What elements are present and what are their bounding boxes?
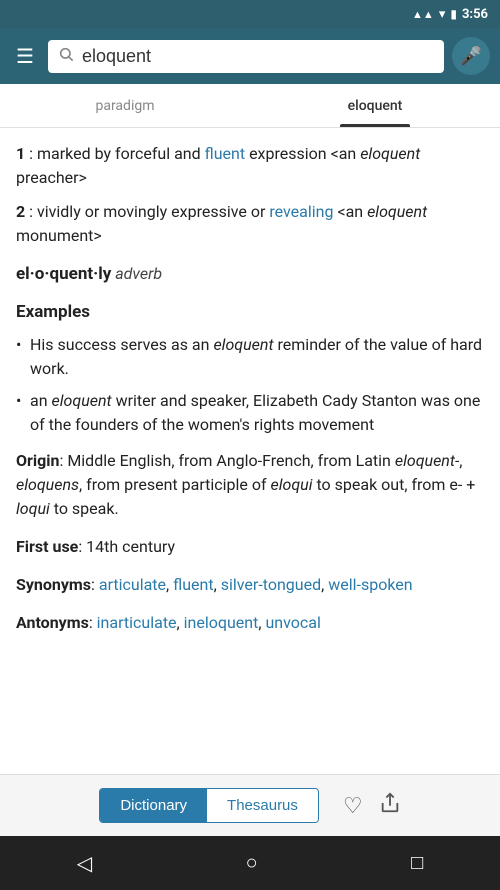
- def1-text-after: expression <an: [245, 144, 360, 163]
- example2-italic1: eloquent: [52, 391, 112, 410]
- recents-icon: □: [411, 852, 423, 874]
- word-pos: adverb: [111, 264, 162, 283]
- antonym-ineloquent[interactable]: ineloquent: [184, 613, 259, 632]
- tabs-bar: paradigm eloquent: [0, 84, 500, 128]
- antonym-unvocal[interactable]: unvocal: [265, 613, 320, 632]
- bottom-actions: ♡: [343, 792, 401, 820]
- word-form-main: el·o·quent·ly: [16, 264, 111, 284]
- home-button[interactable]: ○: [226, 844, 278, 883]
- synonym-articulate[interactable]: articulate: [99, 575, 166, 594]
- examples-list: His success serves as an eloquent remind…: [16, 333, 484, 437]
- search-icon: [58, 46, 74, 66]
- antonyms-label: Antonyms: [16, 613, 89, 632]
- search-bar: ☰ 🎤: [0, 28, 500, 84]
- microphone-button[interactable]: 🎤: [452, 37, 490, 75]
- search-container: [48, 40, 444, 73]
- search-input[interactable]: [82, 46, 434, 67]
- origin-italic3: eloqui: [271, 475, 313, 494]
- origin-italic4: loqui: [16, 499, 50, 518]
- origin-text2: , from present participle of: [79, 475, 270, 494]
- def2-number: 2: [16, 202, 25, 221]
- first-use-text: : 14th century: [78, 537, 175, 556]
- origin-text1: : Middle English, from Anglo-French, fro…: [59, 451, 394, 470]
- hamburger-icon: ☰: [16, 46, 34, 68]
- definition-1: 1 : marked by forceful and fluent expres…: [16, 142, 484, 190]
- synonyms-block: Synonyms: articulate, fluent, silver-ton…: [16, 573, 484, 597]
- tab-paradigm[interactable]: paradigm: [0, 84, 250, 127]
- status-bar: ▲▲ ▾ ▮ 3:56: [0, 0, 500, 28]
- example-2: an eloquent writer and speaker, Elizabet…: [16, 389, 484, 437]
- def1-italic: eloquent: [360, 144, 420, 163]
- antonyms-block: Antonyms: inarticulate, ineloquent, unvo…: [16, 611, 484, 635]
- status-time: 3:56: [462, 7, 488, 22]
- bottom-bar: Dictionary Thesaurus ♡: [0, 774, 500, 836]
- signal-icon: ▲▲: [412, 8, 434, 21]
- def2-italic: eloquent: [367, 202, 427, 221]
- def1-link-fluent[interactable]: fluent: [205, 144, 245, 163]
- battery-icon: ▮: [450, 7, 457, 21]
- examples-title: Examples: [16, 300, 484, 326]
- first-use-label: First use: [16, 537, 78, 556]
- synonyms-colon: :: [91, 575, 99, 594]
- recents-button[interactable]: □: [391, 844, 443, 883]
- hamburger-button[interactable]: ☰: [10, 40, 40, 73]
- example1-italic: eloquent: [213, 335, 273, 354]
- example-1: His success serves as an eloquent remind…: [16, 333, 484, 381]
- antonyms-colon: :: [89, 613, 97, 632]
- back-icon: ◁: [77, 853, 92, 875]
- status-icons: ▲▲ ▾ ▮ 3:56: [412, 7, 488, 22]
- origin-text5: to speak.: [50, 499, 119, 518]
- definition-2: 2 : vividly or movingly expressive or re…: [16, 200, 484, 248]
- antonym-inarticulate[interactable]: inarticulate: [97, 613, 177, 632]
- def2-end: monument>: [16, 226, 102, 245]
- origin-italic2: eloquens: [16, 475, 79, 494]
- wifi-icon: ▾: [439, 7, 446, 22]
- synonyms-label: Synonyms: [16, 575, 91, 594]
- def2-link-revealing[interactable]: revealing: [269, 202, 333, 221]
- def1-number: 1: [16, 144, 25, 163]
- origin-label: Origin: [16, 451, 59, 470]
- mic-icon: 🎤: [460, 46, 482, 67]
- origin-italic1: eloquent-: [395, 451, 459, 470]
- nav-bar: ◁ ○ □: [0, 836, 500, 890]
- origin-text3: to speak out, from: [313, 475, 450, 494]
- origin-block: Origin: Middle English, from Anglo-Frenc…: [16, 449, 484, 521]
- origin-comma: ,: [459, 451, 462, 470]
- back-button[interactable]: ◁: [57, 843, 112, 884]
- home-icon: ○: [246, 852, 258, 874]
- def1-text-before: marked by forceful and: [33, 144, 205, 163]
- thesaurus-toggle-button[interactable]: Thesaurus: [207, 789, 318, 822]
- first-use-block: First use: 14th century: [16, 535, 484, 559]
- synonym-fluent[interactable]: fluent: [173, 575, 213, 594]
- content-area: 1 : marked by forceful and fluent expres…: [0, 128, 500, 774]
- favorite-button[interactable]: ♡: [343, 792, 363, 820]
- synonym-well-spoken[interactable]: well-spoken: [328, 575, 412, 594]
- def2-text: vividly or movingly expressive or: [33, 202, 269, 221]
- share-button[interactable]: [379, 792, 401, 820]
- def1-colon: :: [25, 144, 33, 163]
- examples-section: Examples His success serves as an eloque…: [16, 300, 484, 438]
- synonym-silver-tongued[interactable]: silver-tongued: [221, 575, 321, 594]
- dictionary-toggle-button[interactable]: Dictionary: [100, 789, 207, 822]
- def1-end: preacher>: [16, 168, 87, 187]
- word-form-block: el·o·quent·ly adverb: [16, 262, 484, 288]
- dict-thesaurus-toggle: Dictionary Thesaurus: [99, 788, 319, 823]
- def2-colon: :: [25, 202, 33, 221]
- heart-icon: ♡: [343, 793, 363, 818]
- def2-text2: <an: [333, 202, 367, 221]
- origin-text4: e- +: [449, 475, 475, 494]
- share-icon: [379, 797, 401, 819]
- tab-eloquent[interactable]: eloquent: [250, 84, 500, 127]
